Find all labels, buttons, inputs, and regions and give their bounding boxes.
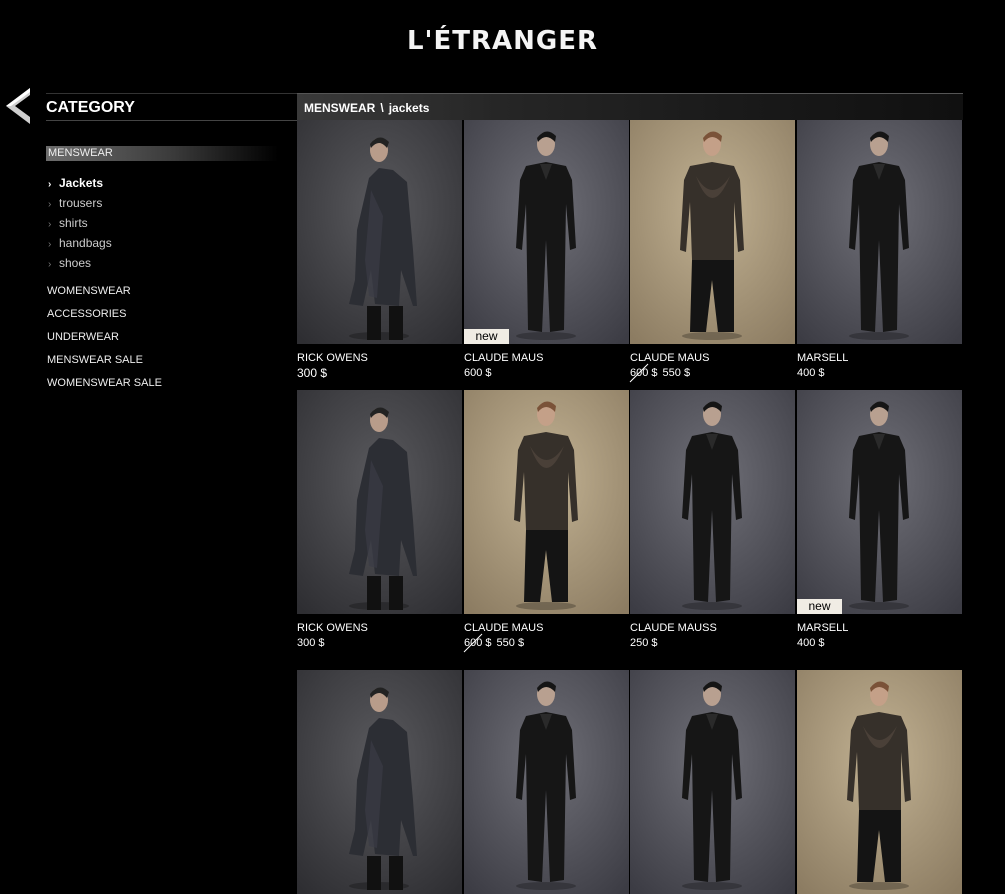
product-photo[interactable] bbox=[297, 120, 462, 344]
old-price: 600 $ bbox=[463, 633, 492, 653]
category-list: WOMENSWEAR ACCESSORIES UNDERWEAR MENSWEAR S… bbox=[47, 284, 162, 399]
product-brand[interactable]: CLAUDE MAUS bbox=[630, 351, 795, 366]
product-photo[interactable] bbox=[630, 120, 795, 344]
product-price: 600 $ bbox=[464, 367, 492, 379]
product-photo[interactable] bbox=[464, 120, 629, 344]
product-image[interactable] bbox=[464, 390, 629, 614]
old-price: 600 $ bbox=[629, 363, 658, 383]
strikethrough-icon bbox=[629, 363, 649, 383]
chevron-right-icon: › bbox=[48, 219, 52, 230]
strikethrough-icon bbox=[463, 633, 483, 653]
product-card[interactable] bbox=[630, 670, 795, 894]
product-brand[interactable]: CLAUDE MAUSS bbox=[630, 621, 795, 636]
product-brand[interactable]: CLAUDE MAUS bbox=[464, 621, 629, 636]
product-photo[interactable] bbox=[797, 670, 962, 894]
product-photo[interactable] bbox=[297, 390, 462, 614]
product-image[interactable]: new bbox=[464, 120, 629, 344]
chevron-right-icon: › bbox=[48, 199, 52, 210]
product-image[interactable] bbox=[464, 670, 629, 894]
product-card[interactable] bbox=[297, 670, 462, 894]
product-brand[interactable]: MARSELL bbox=[797, 351, 962, 366]
product-photo[interactable] bbox=[797, 120, 962, 344]
product-price-row: 600 $ bbox=[464, 366, 629, 381]
product-price-row: 300 $ bbox=[297, 636, 462, 651]
category-heading: CATEGORY bbox=[46, 99, 135, 116]
breadcrumb-page: jackets bbox=[388, 101, 430, 115]
product-image[interactable] bbox=[630, 670, 795, 894]
product-image[interactable] bbox=[630, 120, 795, 344]
new-badge: new bbox=[464, 329, 509, 344]
subcategory-shirts[interactable]: › shirts bbox=[48, 215, 112, 235]
subcategory-label: Jackets bbox=[59, 176, 104, 190]
category-womenswear[interactable]: WOMENSWEAR bbox=[47, 284, 162, 307]
product-price: 300 $ bbox=[297, 366, 328, 380]
product-card[interactable] bbox=[464, 670, 629, 894]
product-price-row: 600 $ 550 $ bbox=[463, 633, 629, 653]
product-price: 250 $ bbox=[630, 637, 658, 649]
product-image[interactable] bbox=[297, 390, 462, 614]
chevron-right-icon: › bbox=[48, 259, 52, 270]
breadcrumb-section[interactable]: MENSWEAR bbox=[304, 101, 375, 115]
subcategory-list: › Jackets › trousers › shirts › handbags › shoes bbox=[48, 175, 112, 275]
new-badge: new bbox=[797, 599, 842, 614]
product-photo[interactable] bbox=[297, 670, 462, 894]
product-card[interactable]: CLAUDE MAUS 600 $ 550 $ bbox=[629, 120, 795, 383]
product-price: 300 $ bbox=[297, 637, 325, 649]
product-image[interactable]: new bbox=[797, 390, 962, 614]
product-photo[interactable] bbox=[630, 390, 795, 614]
subcategory-jackets[interactable]: › Jackets bbox=[48, 175, 112, 195]
product-card[interactable]: RICK OWENS 300 $ bbox=[297, 390, 462, 651]
subcategory-label: shirts bbox=[59, 216, 88, 230]
product-card[interactable]: RICK OWENS 300 $ bbox=[297, 120, 462, 381]
active-category-menswear[interactable]: MENSWEAR bbox=[46, 146, 278, 161]
product-card[interactable] bbox=[797, 670, 962, 894]
product-image[interactable] bbox=[297, 120, 462, 344]
category-womenswear-sale[interactable]: WOMENSWEAR SALE bbox=[47, 376, 162, 399]
product-image[interactable] bbox=[797, 120, 962, 344]
product-card[interactable]: new CLAUDE MAUS 600 $ bbox=[464, 120, 629, 381]
breadcrumb: MENSWEAR \ jackets bbox=[297, 93, 963, 120]
product-image[interactable] bbox=[297, 670, 462, 894]
chevron-right-icon: › bbox=[48, 179, 52, 190]
category-underwear[interactable]: UNDERWEAR bbox=[47, 330, 162, 353]
subcategory-label: handbags bbox=[59, 236, 112, 250]
product-price: 400 $ bbox=[797, 637, 825, 649]
product-brand[interactable]: RICK OWENS bbox=[297, 621, 462, 636]
category-menswear-sale[interactable]: MENSWEAR SALE bbox=[47, 353, 162, 376]
product-card[interactable]: new MARSELL 400 $ bbox=[797, 390, 962, 651]
subcategory-shoes[interactable]: › shoes bbox=[48, 255, 112, 275]
product-image[interactable] bbox=[630, 390, 795, 614]
subcategory-label: shoes bbox=[59, 256, 92, 270]
product-photo[interactable] bbox=[464, 390, 629, 614]
back-arrow-icon[interactable] bbox=[0, 84, 34, 128]
product-price-row: 600 $ 550 $ bbox=[629, 363, 795, 383]
category-header: CATEGORY bbox=[46, 93, 297, 121]
product-brand[interactable]: MARSELL bbox=[797, 621, 962, 636]
product-photo[interactable] bbox=[797, 390, 962, 614]
category-accessories[interactable]: ACCESSORIES bbox=[47, 307, 162, 330]
product-brand[interactable]: CLAUDE MAUS bbox=[464, 351, 629, 366]
product-price-row: 400 $ bbox=[797, 636, 962, 651]
chevron-right-icon: › bbox=[48, 239, 52, 250]
product-photo[interactable] bbox=[464, 670, 629, 894]
product-card[interactable]: MARSELL 400 $ bbox=[797, 120, 962, 381]
product-card[interactable]: CLAUDE MAUS 600 $ 550 $ bbox=[463, 390, 629, 653]
site-logo[interactable]: L'ÉTRANGER bbox=[0, 26, 1005, 56]
product-image[interactable] bbox=[797, 670, 962, 894]
product-price-row: 300 $ bbox=[297, 366, 462, 381]
product-brand[interactable]: RICK OWENS bbox=[297, 351, 462, 366]
subcategory-trousers[interactable]: › trousers bbox=[48, 195, 112, 215]
product-photo[interactable] bbox=[630, 670, 795, 894]
product-card[interactable]: CLAUDE MAUSS 250 $ bbox=[630, 390, 795, 651]
subcategory-handbags[interactable]: › handbags bbox=[48, 235, 112, 255]
product-price: 550 $ bbox=[496, 637, 525, 649]
product-price: 400 $ bbox=[797, 367, 825, 379]
product-price-row: 400 $ bbox=[797, 366, 962, 381]
subcategory-label: trousers bbox=[59, 196, 103, 210]
product-price: 550 $ bbox=[662, 367, 691, 379]
breadcrumb-separator: \ bbox=[380, 101, 384, 115]
product-price-row: 250 $ bbox=[630, 636, 795, 651]
